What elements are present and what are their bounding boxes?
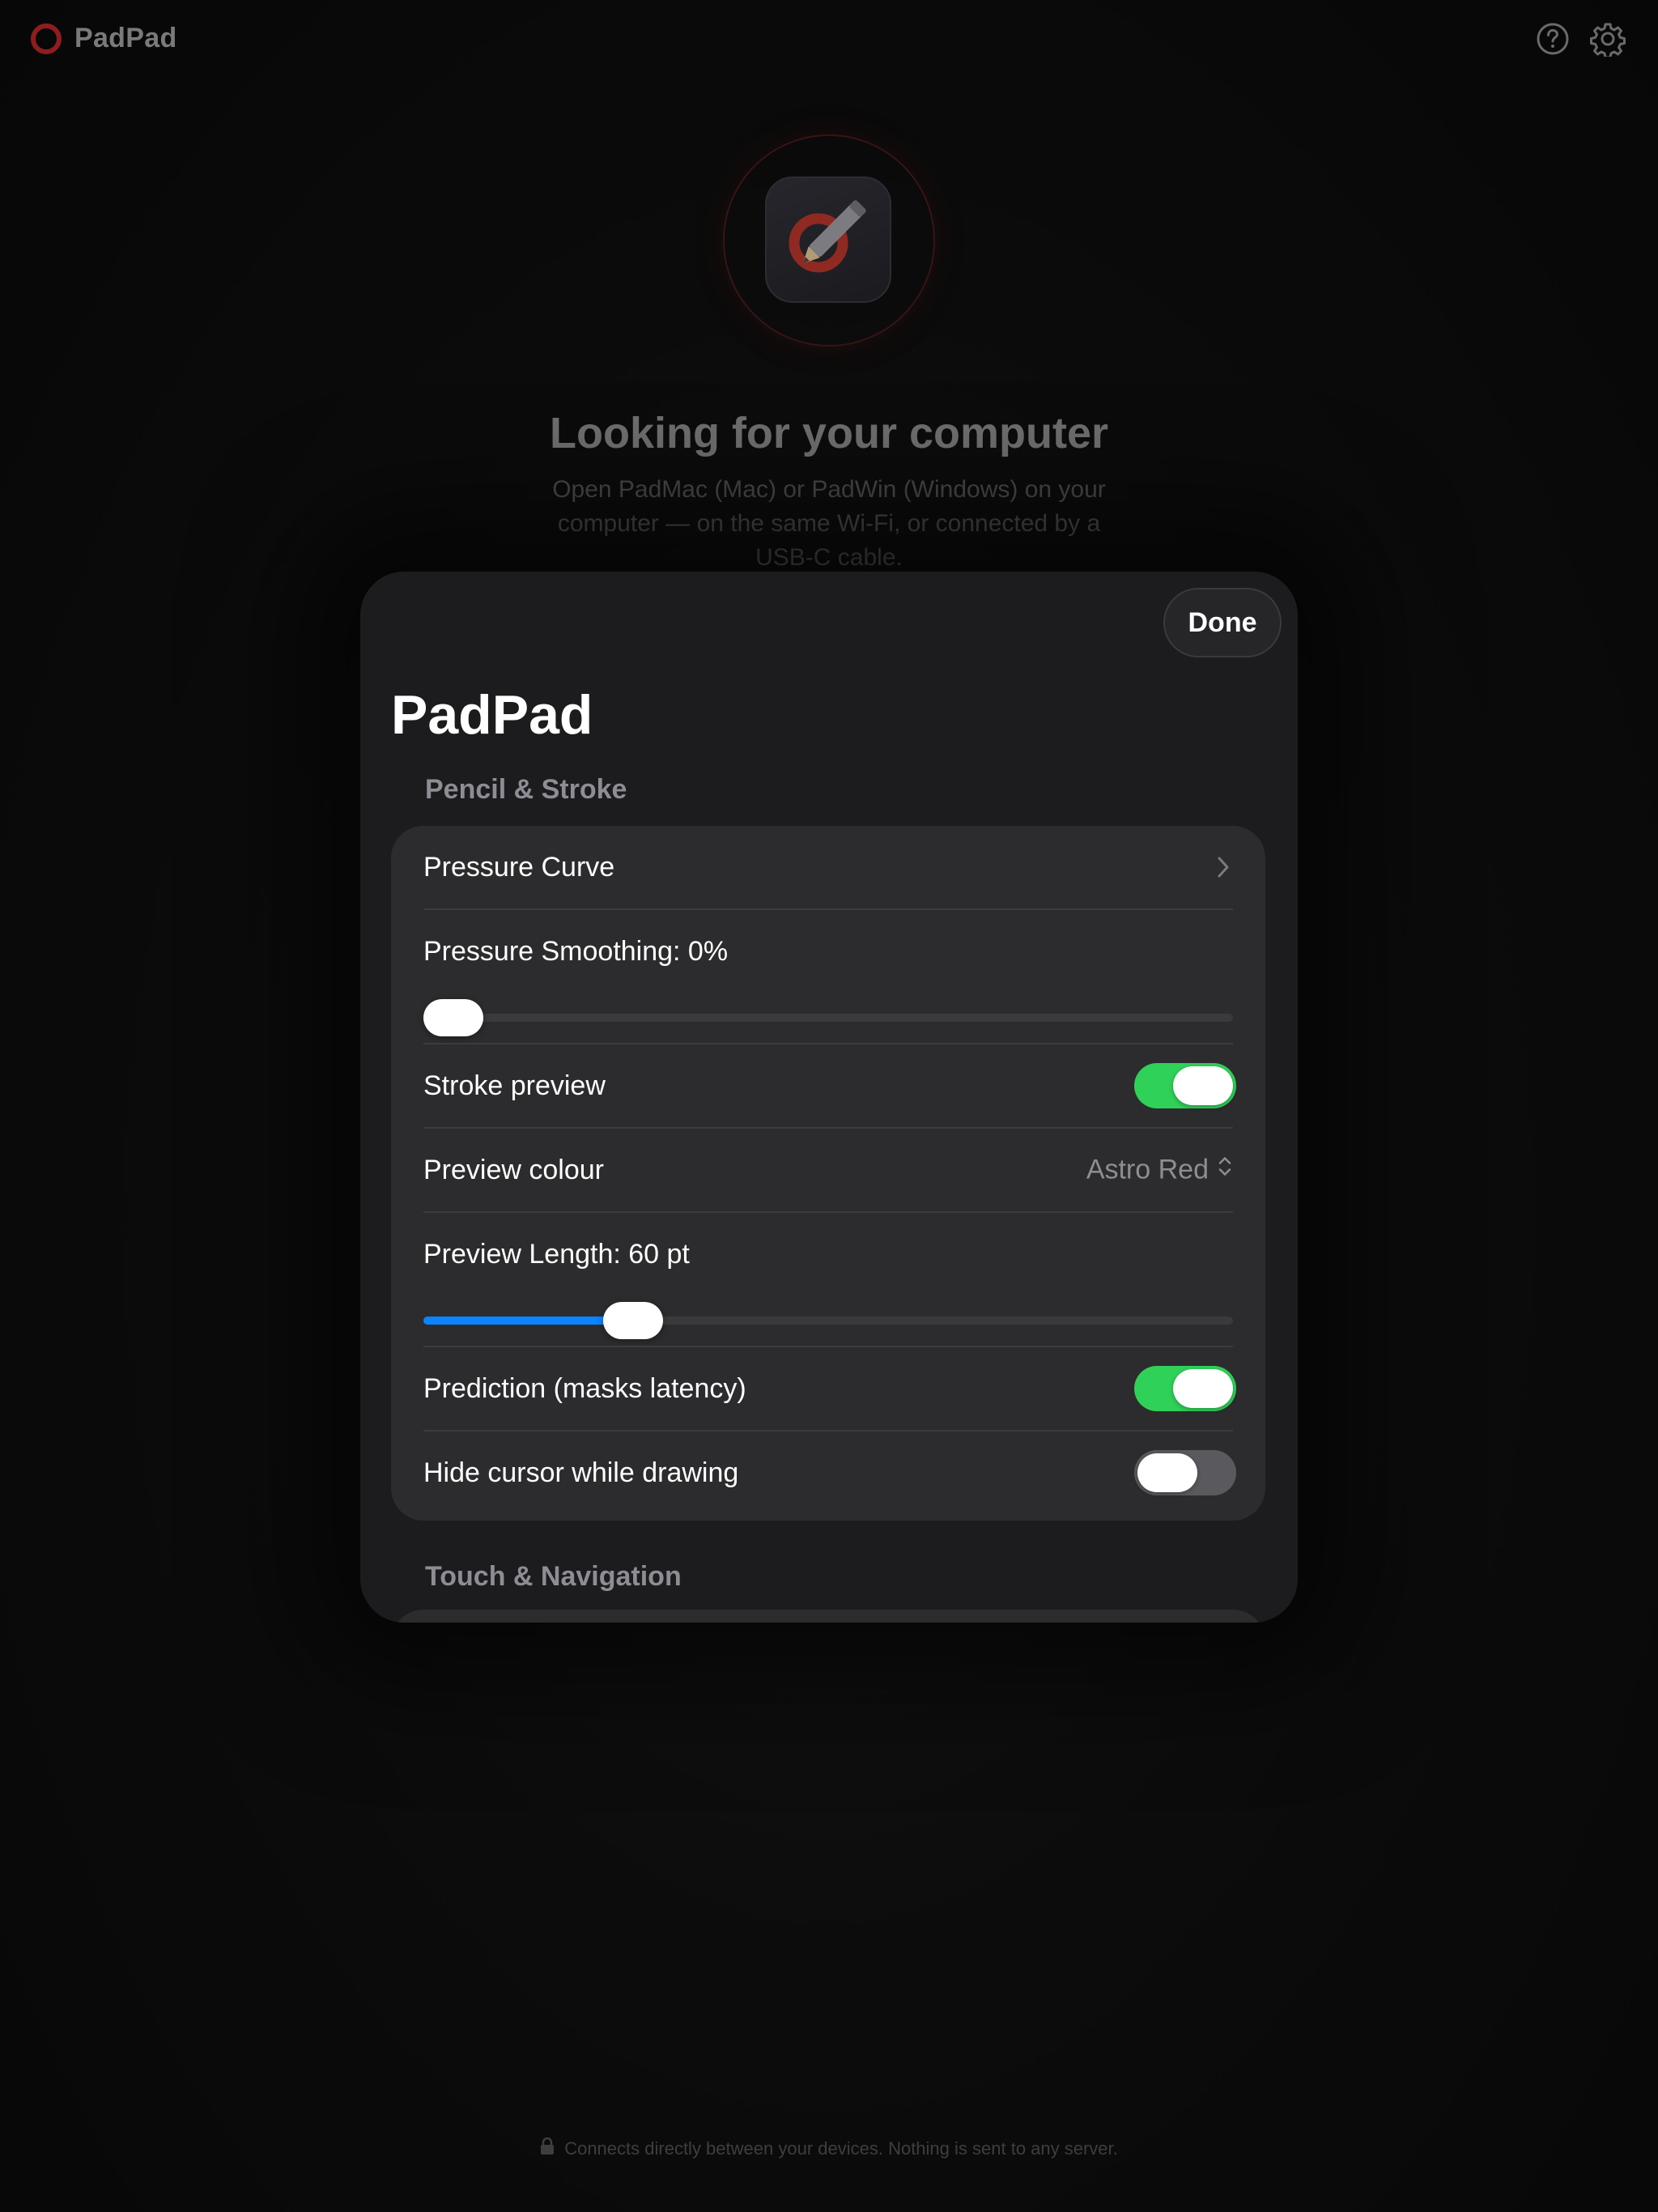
sheet-title: PadPad: [391, 684, 593, 746]
brand-name: PadPad: [74, 23, 177, 53]
pressure-smoothing-row: Pressure Smoothing: 0%: [423, 910, 1233, 1043]
toggle-knob: [1137, 1453, 1197, 1492]
touch-navigation-group: [391, 1610, 1265, 1623]
preview-colour-select[interactable]: Astro Red: [1086, 1155, 1233, 1186]
section-header-touch-navigation: Touch & Navigation: [425, 1561, 682, 1592]
pencil-stroke-group: Pressure Curve Pressure Smoothing: 0% St…: [391, 826, 1265, 1521]
privacy-note-text: Connects directly between your devices. …: [564, 2138, 1118, 2159]
pressure-smoothing-label: Pressure Smoothing: 0%: [423, 936, 729, 967]
preview-colour-row: Preview colour Astro Red: [423, 1129, 1233, 1211]
stroke-preview-label: Stroke preview: [423, 1070, 606, 1101]
pencil-ring-app-icon: [765, 177, 891, 303]
prediction-toggle[interactable]: [1134, 1366, 1236, 1411]
preview-colour-value: Astro Red: [1086, 1154, 1209, 1185]
preview-colour-label: Preview colour: [423, 1155, 604, 1185]
pressure-curve-label: Pressure Curve: [423, 852, 615, 883]
prediction-label: Prediction (masks latency): [423, 1373, 746, 1404]
preview-length-label: Preview Length: 60 pt: [423, 1239, 690, 1270]
screen: PadPad Looking for your computer Open Pa…: [0, 0, 1658, 2212]
stroke-preview-row: Stroke preview: [423, 1044, 1236, 1127]
hero-title: Looking for your computer: [549, 409, 1108, 457]
toggle-knob: [1173, 1369, 1233, 1408]
chevron-right-icon: [1214, 853, 1233, 882]
slider-thumb[interactable]: [423, 999, 483, 1036]
privacy-note: Connects directly between your devices. …: [0, 2137, 1658, 2160]
brand: PadPad: [31, 23, 177, 54]
pressure-smoothing-slider[interactable]: [423, 999, 1233, 1036]
toggle-knob: [1173, 1066, 1233, 1105]
pressure-curve-row[interactable]: Pressure Curve: [423, 826, 1233, 908]
slider-thumb[interactable]: [603, 1302, 664, 1339]
up-down-chevron-icon: [1217, 1155, 1233, 1186]
slider-fill: [423, 1317, 634, 1325]
hide-cursor-row: Hide cursor while drawing: [423, 1431, 1236, 1514]
hide-cursor-toggle[interactable]: [1134, 1450, 1236, 1495]
hide-cursor-label: Hide cursor while drawing: [423, 1457, 739, 1488]
prediction-row: Prediction (masks latency): [423, 1347, 1236, 1430]
preview-length-slider[interactable]: [423, 1302, 1233, 1339]
settings-sheet: Done PadPad Pencil & Stroke Pressure Cur…: [360, 572, 1298, 1623]
stroke-preview-toggle[interactable]: [1134, 1063, 1236, 1108]
preview-length-row: Preview Length: 60 pt: [423, 1213, 1233, 1346]
top-icons: [1535, 21, 1626, 57]
done-button[interactable]: Done: [1163, 588, 1282, 657]
lock-icon: [540, 2137, 555, 2160]
top-bar: PadPad: [0, 0, 1658, 78]
ring-logo-icon: [31, 23, 62, 54]
gear-icon[interactable]: [1590, 21, 1626, 57]
section-header-pencil-stroke: Pencil & Stroke: [425, 774, 627, 805]
help-circle-icon[interactable]: [1535, 21, 1571, 57]
hero-subtitle: Open PadMac (Mac) or PadWin (Windows) on…: [552, 476, 1106, 571]
